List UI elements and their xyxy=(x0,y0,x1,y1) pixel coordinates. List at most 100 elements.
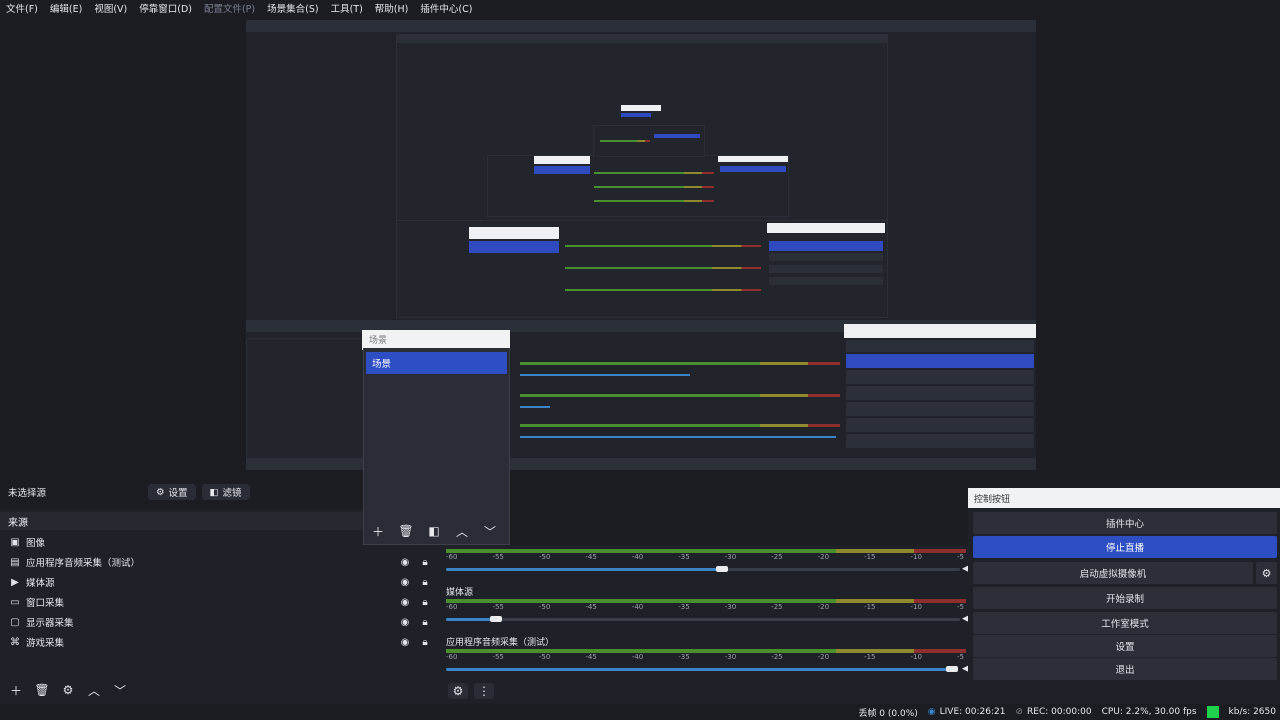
nested-deep-stop-button xyxy=(720,166,786,172)
preview-fader xyxy=(520,374,690,376)
lock-icon[interactable]: 🔒︎ xyxy=(418,577,432,588)
menu-profile[interactable]: 配置文件(P) xyxy=(198,1,261,15)
nested-menubar xyxy=(246,20,1036,32)
eye-icon[interactable]: ◉ xyxy=(398,617,412,628)
source-label: 窗口采集 xyxy=(26,598,65,609)
menu-file[interactable]: 文件(F) xyxy=(0,1,44,15)
chevron-down-icon[interactable]: ﹀ xyxy=(480,523,500,539)
nested-rec-button xyxy=(769,265,883,273)
tick-label: -30 xyxy=(724,653,737,661)
source-settings-button[interactable]: ⚙ 设置 xyxy=(148,484,196,500)
plugin-center-button[interactable]: 插件中心 xyxy=(973,512,1277,534)
volume-slider-handle[interactable] xyxy=(946,666,958,672)
menu-edit[interactable]: 编辑(E) xyxy=(44,1,88,15)
source-settings-label: 设置 xyxy=(168,488,188,499)
source-item-monitor[interactable]: ▢ 显示器采集 ◉ 🔒︎ xyxy=(0,612,440,632)
start-virtual-camera-button[interactable]: 启动虚拟摄像机 xyxy=(973,562,1253,584)
tick-label: -25 xyxy=(771,603,783,611)
nested-deeper-stop xyxy=(654,134,700,138)
nested-deeper-meter xyxy=(600,140,650,142)
trash-icon[interactable]: 🗑︎ xyxy=(396,523,416,539)
nested-meter xyxy=(565,289,761,291)
eye-icon[interactable]: ◉ xyxy=(398,637,412,648)
nested-stop-button xyxy=(769,241,883,251)
source-filters-label: 滤镜 xyxy=(222,488,242,499)
tick-label: -20 xyxy=(817,553,830,561)
source-item-window[interactable]: ▭ 窗口采集 ◉ 🔒︎ xyxy=(0,592,440,612)
nested-deep-meter xyxy=(594,200,714,202)
menu-docks[interactable]: 停靠窗口(D) xyxy=(133,1,198,15)
gear-icon[interactable]: ⚙ xyxy=(1256,562,1277,584)
chevron-up-icon[interactable]: ︿ xyxy=(452,523,472,539)
menu-tools[interactable]: 工具(T) xyxy=(325,1,369,15)
nested-deep-meter xyxy=(594,172,714,174)
menu-plugin-center[interactable]: 插件中心(C) xyxy=(414,1,478,15)
tick-label: -45 xyxy=(585,603,597,611)
lock-icon[interactable]: 🔒︎ xyxy=(418,637,432,648)
nested-docks xyxy=(396,220,888,318)
rec-time: REC: 00:00:00 xyxy=(1027,707,1092,717)
source-label: 应用程序音频采集（测试） xyxy=(26,558,141,569)
add-source-icon[interactable]: ＋ xyxy=(6,682,26,698)
source-item-media[interactable]: ▶ 媒体源 ◉ 🔒︎ xyxy=(0,572,440,592)
image-icon: ▣ xyxy=(10,536,20,548)
source-item-app-audio[interactable]: ▤ 应用程序音频采集（测试） ◉ 🔒︎ xyxy=(0,552,440,572)
scenes-dock-title[interactable]: 场景 xyxy=(363,330,510,348)
eye-icon[interactable]: ◉ xyxy=(398,557,412,568)
play-icon: ▶ xyxy=(11,576,19,588)
source-label: 游戏采集 xyxy=(26,638,65,649)
studio-mode-button[interactable]: 工作室模式 xyxy=(973,612,1277,634)
preview-rec-btn xyxy=(846,386,1034,400)
preview-plugin-btn xyxy=(846,340,1034,352)
tick-label: -10 xyxy=(910,653,922,661)
lock-icon[interactable]: 🔒︎ xyxy=(418,597,432,608)
advanced-audio-icon[interactable]: ⚙ xyxy=(448,683,468,699)
chevron-up-icon[interactable]: ︿ xyxy=(84,682,104,698)
source-filters-button[interactable]: ◧ 滤镜 xyxy=(201,484,250,500)
volume-slider-fill xyxy=(446,568,722,571)
nested-deep-controls-title xyxy=(718,156,788,162)
add-scene-icon[interactable]: ＋ xyxy=(368,523,388,539)
preview-vcam-btn xyxy=(846,370,1034,384)
filter-icon[interactable]: ◧ xyxy=(424,523,444,539)
volume-slider-handle[interactable] xyxy=(716,566,728,572)
source-label: 媒体源 xyxy=(26,578,55,589)
preview-fader xyxy=(520,436,836,438)
nested-deep-scene-title xyxy=(534,156,590,164)
eye-icon[interactable]: ◉ xyxy=(398,597,412,608)
more-options-icon[interactable]: ⋮ xyxy=(474,683,494,699)
tick-label: -55 xyxy=(492,653,504,661)
meter-ticks: -60 -55 -50 -45 -40 -35 -30 -25 -20 -15 … xyxy=(446,553,964,561)
tick-label: -30 xyxy=(724,553,737,561)
stream-health-indicator xyxy=(1206,706,1219,718)
menu-view[interactable]: 视图(V) xyxy=(88,1,133,15)
tick-label: -30 xyxy=(724,603,737,611)
eye-icon[interactable]: ◉ xyxy=(398,577,412,588)
tick-label: -50 xyxy=(538,653,551,661)
lock-icon[interactable]: 🔒︎ xyxy=(418,617,432,628)
volume-slider-track[interactable] xyxy=(446,618,960,621)
gear-icon[interactable]: ⚙ xyxy=(58,682,78,698)
source-item-game[interactable]: ⌘ 游戏采集 ◉ 🔒︎ xyxy=(0,632,440,652)
exit-button[interactable]: 退出 xyxy=(973,658,1277,680)
menu-scene-collection[interactable]: 场景集合(S) xyxy=(261,1,324,15)
stop-streaming-button[interactable]: 停止直播 xyxy=(973,536,1277,558)
preview-studio-btn xyxy=(846,402,1034,416)
chevron-down-icon[interactable]: ﹀ xyxy=(110,682,130,698)
preview-stop-btn xyxy=(846,354,1034,368)
tick-label: -10 xyxy=(910,603,922,611)
gear-icon: ⚙ xyxy=(156,486,165,498)
mixer-channel-name: 媒体源 xyxy=(446,588,474,598)
tick-label: -50 xyxy=(538,603,551,611)
trash-icon[interactable]: 🗑︎ xyxy=(32,682,52,698)
preview-settings-btn xyxy=(846,418,1034,432)
tick-label: -25 xyxy=(771,653,783,661)
volume-slider-handle[interactable] xyxy=(490,616,502,622)
menu-help[interactable]: 帮助(H) xyxy=(369,1,415,15)
lock-icon[interactable]: 🔒︎ xyxy=(418,557,432,568)
start-recording-button[interactable]: 开始录制 xyxy=(973,587,1277,609)
tick-label: -35 xyxy=(678,653,690,661)
mixer-channel-name: 应用程序音频采集（测试） xyxy=(446,638,555,648)
settings-button[interactable]: 设置 xyxy=(973,635,1277,657)
scene-item[interactable]: 场景 xyxy=(366,352,507,374)
